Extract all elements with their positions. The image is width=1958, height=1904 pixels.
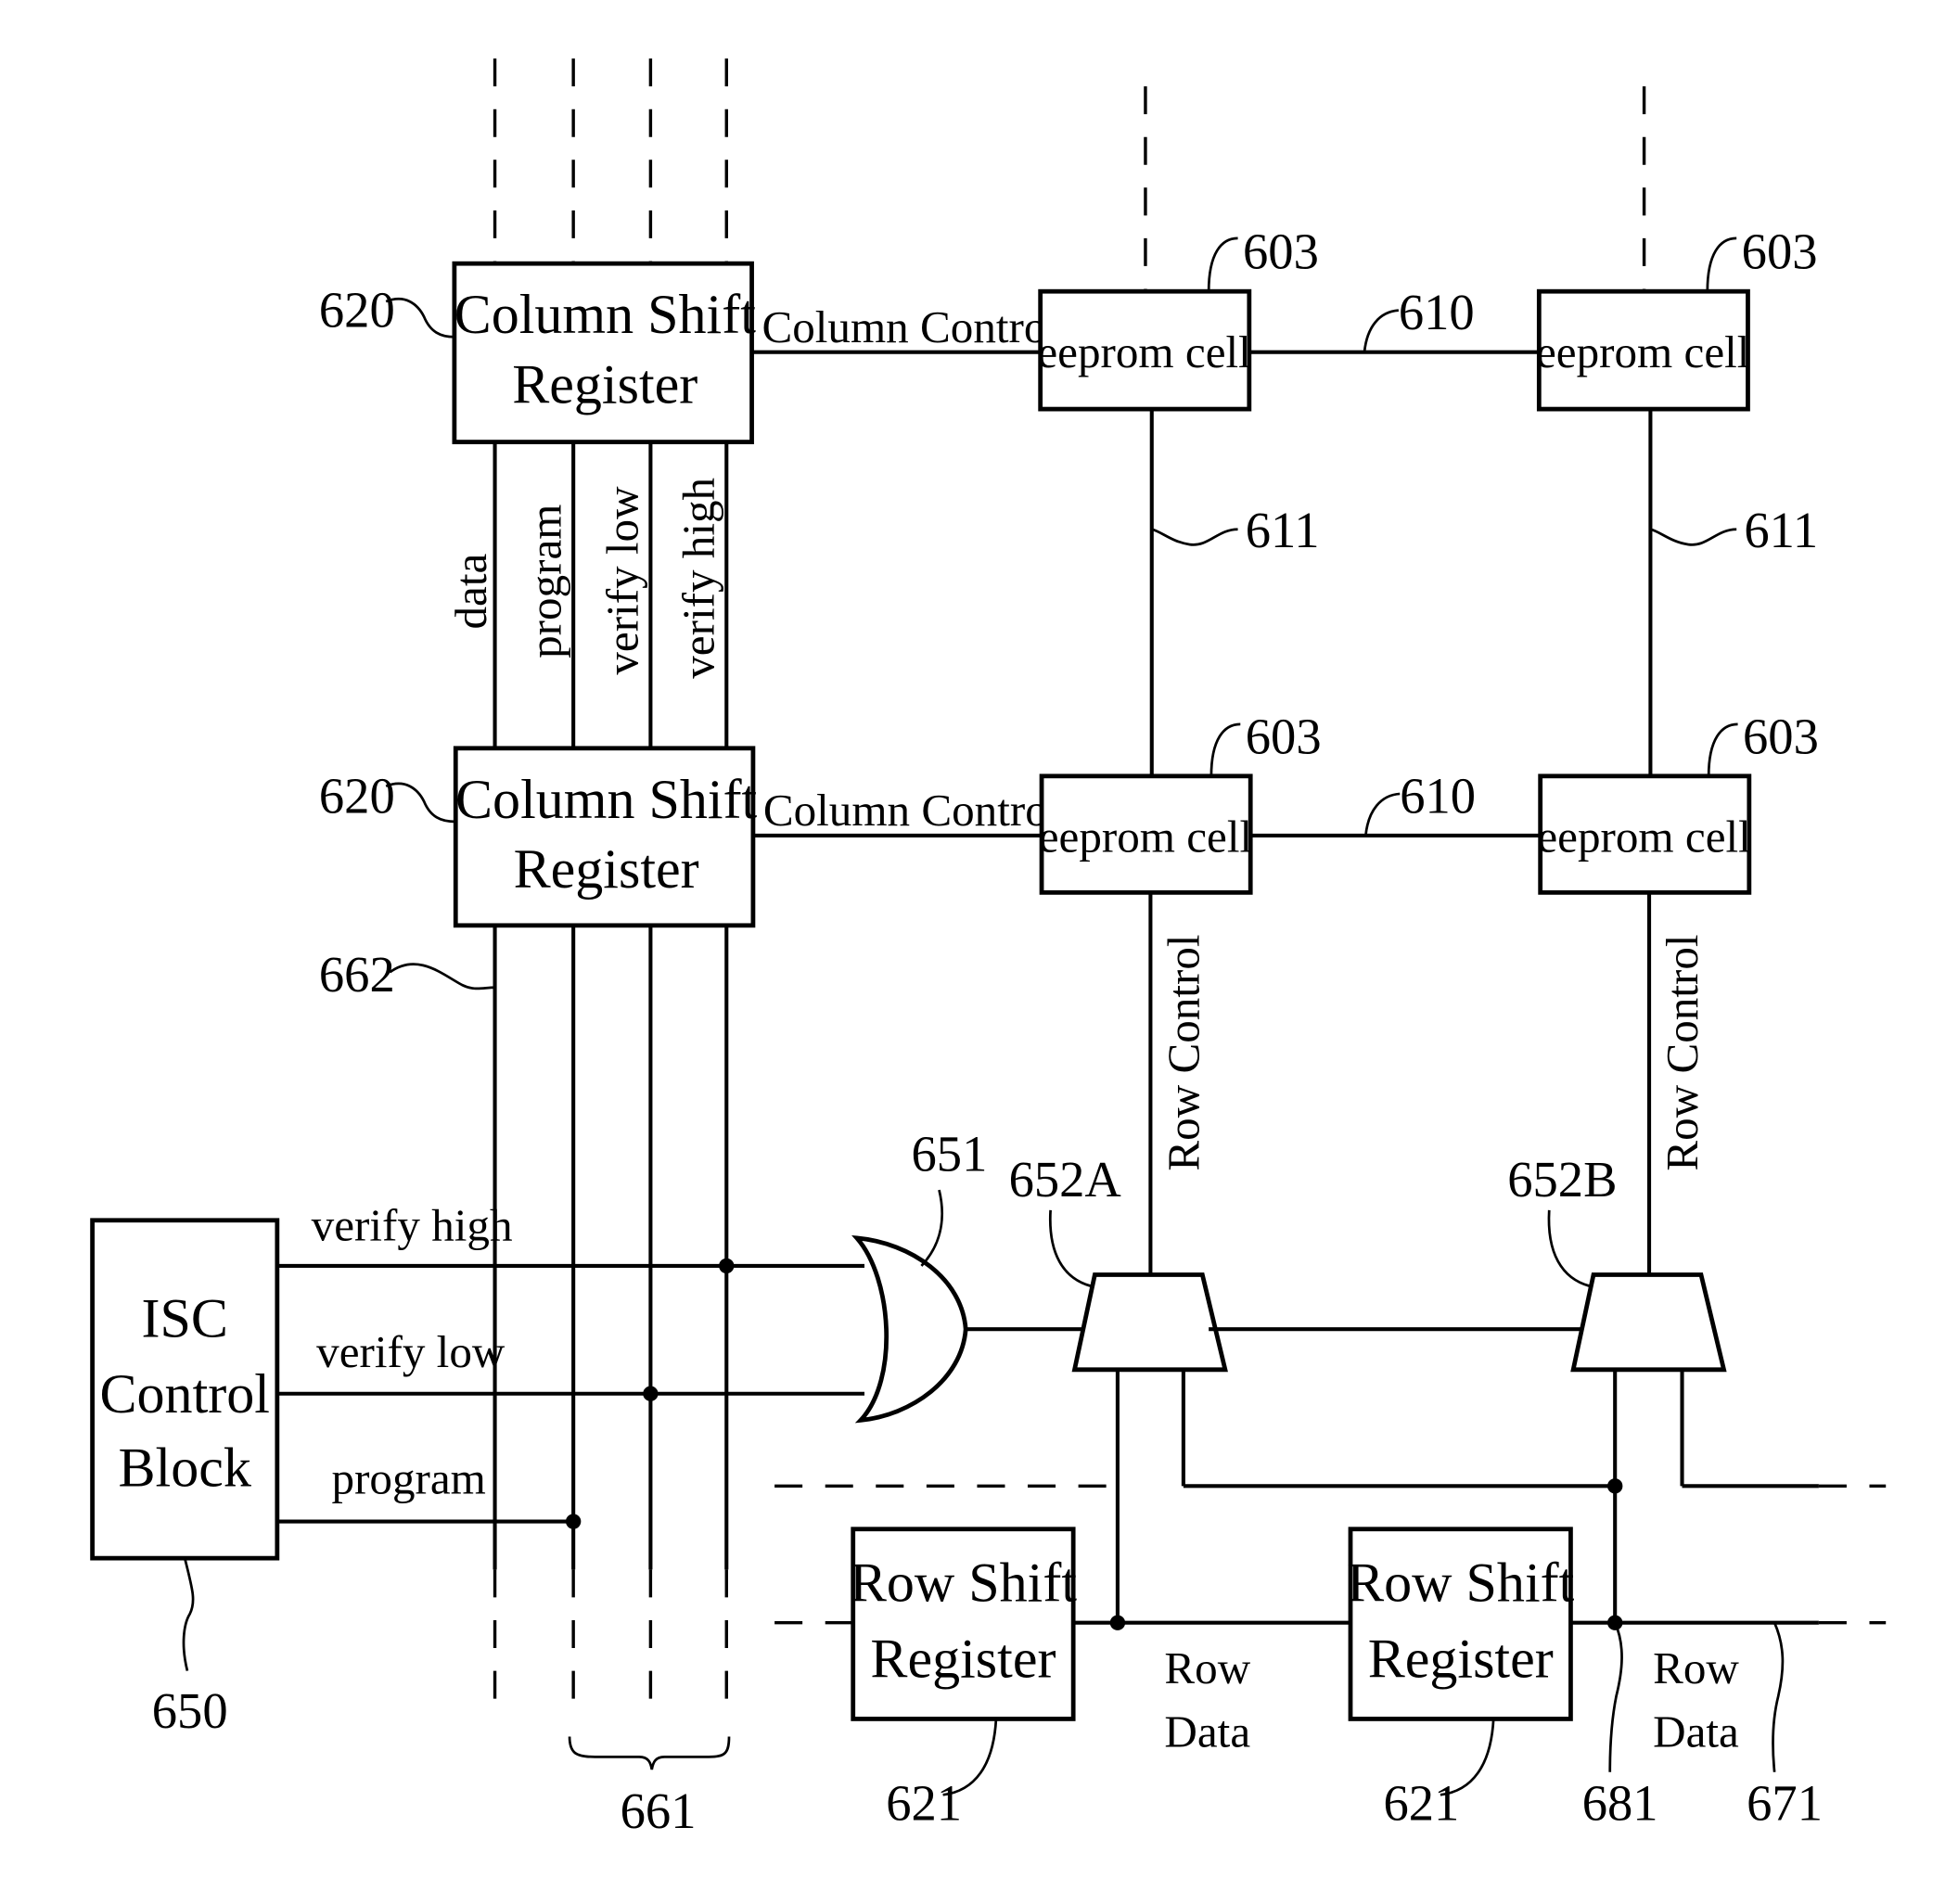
row-shift-register-1: Row Shift Register [850, 1527, 1077, 1721]
eeprom-cell-3-label: eeprom cell [1039, 811, 1252, 863]
eeprom-cell-1: eeprom cell [1037, 288, 1252, 412]
ref-652a: 652A [1009, 1151, 1122, 1208]
ref-611-a: 611 [1246, 502, 1320, 558]
row-data-label-a-line1: Row [1164, 1642, 1250, 1693]
ref-603-d: 603 [1743, 708, 1819, 764]
csr2-line1: Column Shift [455, 768, 758, 830]
junction-row-data-a [1109, 1615, 1126, 1630]
column-control-label-1: Column Control [761, 301, 1059, 352]
isc-line3: Block [119, 1436, 252, 1498]
ref-603-c: 603 [1246, 708, 1322, 764]
bus-label-program: program [520, 505, 571, 658]
rsr2-line2: Register [1368, 1627, 1554, 1689]
isc-output-verify-high: verify high [312, 1200, 513, 1251]
mux-652a [1071, 1272, 1228, 1373]
junction-mux-b [1607, 1478, 1623, 1494]
junction-program [565, 1514, 582, 1529]
row-control-label-a: Row Control [1158, 934, 1209, 1170]
eeprom-cell-1-label: eeprom cell [1037, 326, 1250, 377]
isc-output-program: program [332, 1453, 486, 1504]
isc-circuit-diagram: data program verify low verify high Colu… [90, 58, 1887, 1839]
eeprom-cell-2: eeprom cell [1536, 288, 1750, 412]
eeprom-cell-4-label: eeprom cell [1537, 811, 1750, 863]
eeprom-cell-4: eeprom cell [1537, 773, 1752, 895]
ref-620-a: 620 [319, 281, 395, 338]
row-data-label-b-line2: Data [1653, 1706, 1739, 1757]
rsr2-line1: Row Shift [1347, 1552, 1574, 1614]
isc-line1: ISC [142, 1286, 228, 1348]
bus-label-verify-low: verify low [597, 486, 648, 675]
isc-output-verify-low: verify low [316, 1326, 505, 1377]
bus-label-verify-high: verify high [673, 478, 724, 679]
isc-control-block: ISC Control Block [90, 1218, 280, 1561]
column-control-label-2: Column Control [763, 785, 1061, 836]
ref-621-b: 621 [1383, 1775, 1459, 1832]
ref-603-a: 603 [1243, 224, 1319, 280]
row-control-label-b: Row Control [1657, 934, 1708, 1170]
isc-line2: Control [100, 1362, 270, 1425]
bus-label-data: data [445, 554, 496, 630]
junction-verify-low [643, 1386, 659, 1401]
ref-603-b: 603 [1742, 224, 1818, 280]
csr1-line2: Register [512, 352, 697, 415]
ref-671: 671 [1747, 1775, 1823, 1832]
ref-611-b: 611 [1744, 502, 1818, 558]
column-shift-register-2: Column Shift Register [453, 746, 758, 928]
ref-610-a: 610 [1399, 284, 1475, 340]
or-gate-651 [851, 1234, 968, 1424]
csr2-line2: Register [514, 837, 699, 900]
eeprom-cell-2-label: eeprom cell [1536, 326, 1749, 377]
ref-681: 681 [1582, 1775, 1658, 1832]
rsr1-line2: Register [870, 1627, 1056, 1689]
ref-620-b: 620 [319, 767, 395, 824]
ref-662: 662 [319, 946, 395, 1003]
row-data-label-a-line2: Data [1164, 1706, 1250, 1757]
mux-652b [1570, 1272, 1727, 1373]
ref-621-a: 621 [886, 1775, 962, 1832]
row-shift-register-2: Row Shift Register [1347, 1527, 1575, 1721]
ref-661: 661 [621, 1783, 697, 1839]
ref-651: 651 [911, 1126, 987, 1182]
eeprom-cell-3: eeprom cell [1039, 773, 1253, 895]
row-data-label-b-line1: Row [1653, 1642, 1739, 1693]
ref-652b: 652B [1507, 1151, 1617, 1208]
ref-610-b: 610 [1400, 767, 1476, 824]
ref-650: 650 [152, 1682, 228, 1739]
column-shift-register-1: Column Shift Register [452, 261, 757, 444]
csr1-line1: Column Shift [454, 283, 757, 345]
junction-verify-high [719, 1258, 735, 1274]
rsr1-line1: Row Shift [850, 1552, 1077, 1614]
